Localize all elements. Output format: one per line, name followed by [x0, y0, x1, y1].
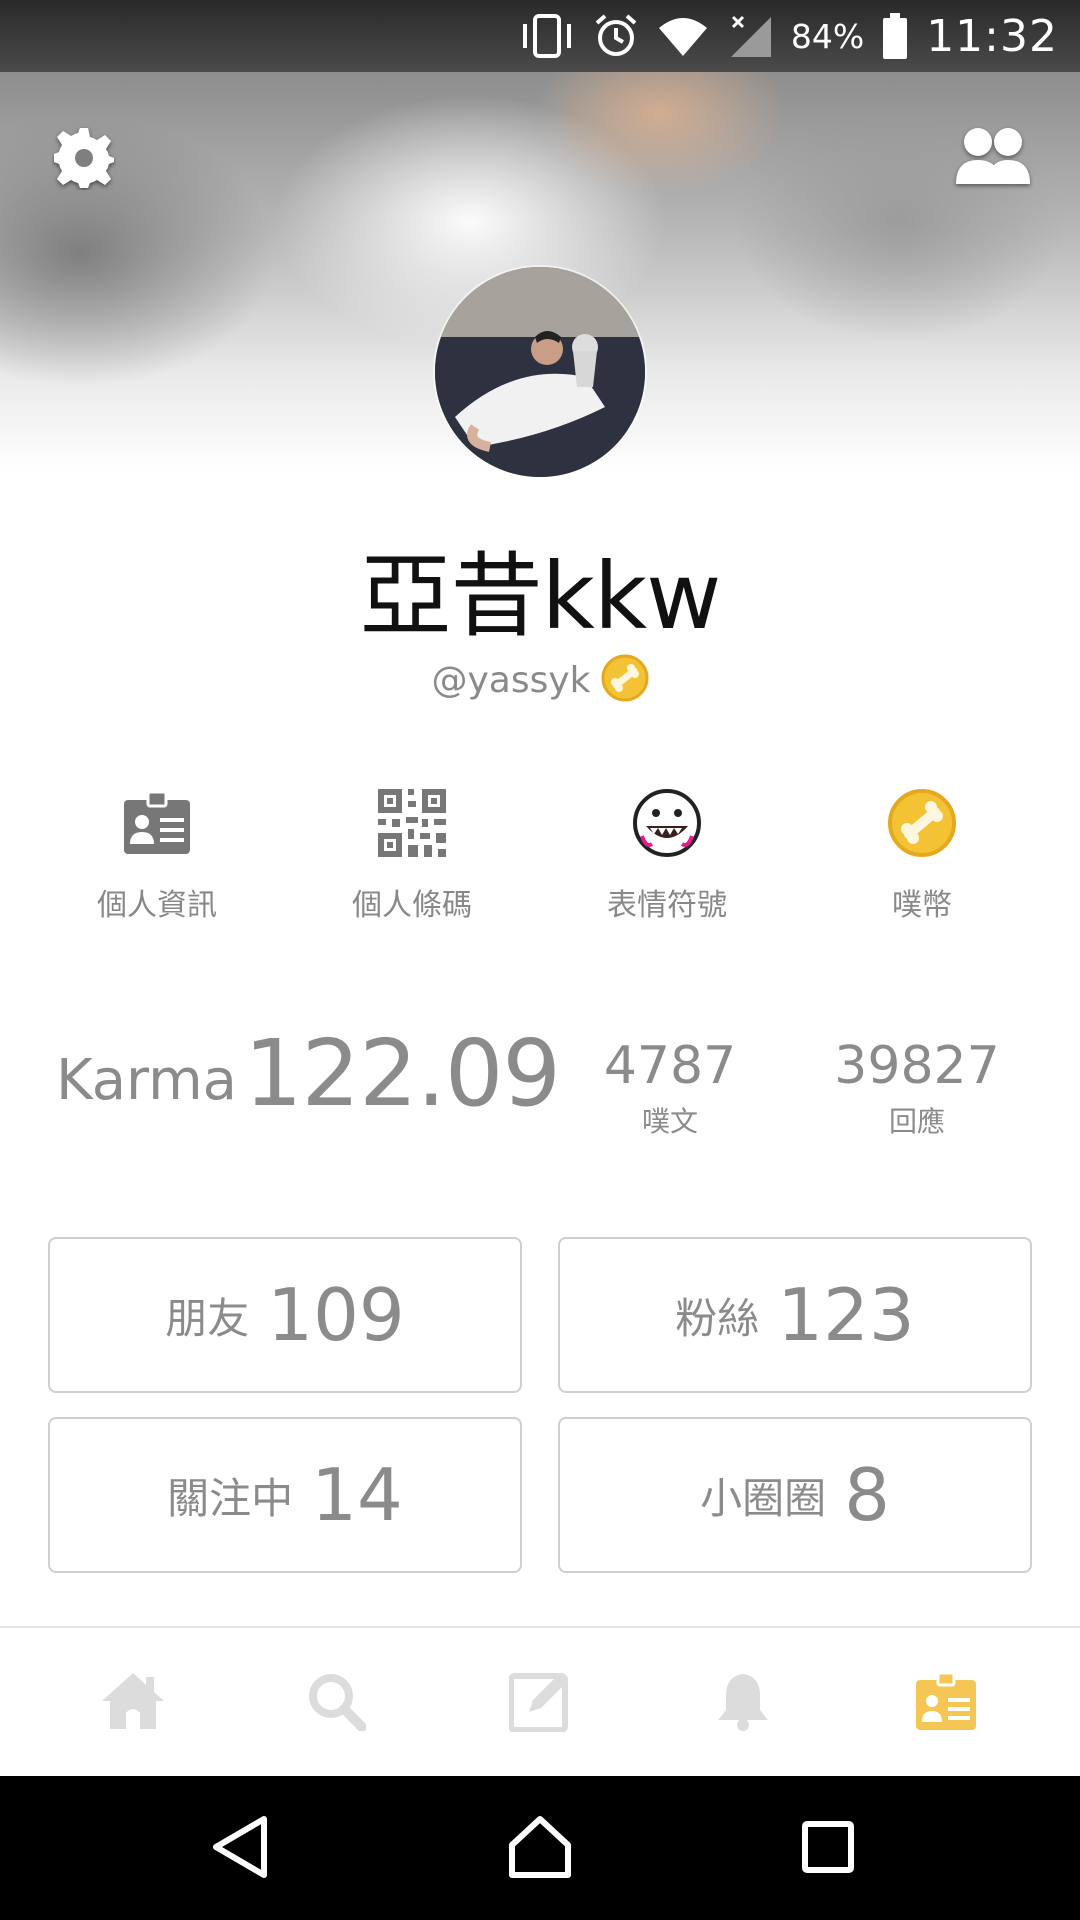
tab-search[interactable]	[276, 1628, 396, 1778]
home-icon	[100, 1671, 166, 1735]
system-nav-bar	[0, 1776, 1080, 1920]
karma-label: Karma	[56, 1048, 237, 1113]
recents-icon	[801, 1820, 855, 1878]
search-icon	[306, 1671, 367, 1735]
id-card-icon	[122, 788, 192, 862]
action-personal-info[interactable]: 個人資訊	[57, 786, 257, 924]
count-label: 粉絲	[675, 1293, 760, 1343]
tab-notifications[interactable]	[683, 1628, 803, 1778]
no-signal-icon	[727, 13, 773, 59]
wifi-icon	[657, 14, 709, 58]
action-label: 表情符號	[607, 888, 727, 923]
count-value: 123	[777, 1273, 915, 1357]
compose-icon	[508, 1670, 571, 1736]
vibrate-icon	[519, 14, 575, 58]
tab-home[interactable]	[73, 1628, 193, 1778]
gear-icon	[52, 128, 116, 194]
count-label: 小圈圈	[700, 1473, 827, 1523]
tab-profile[interactable]	[886, 1628, 1006, 1778]
profile-card-icon	[914, 1670, 978, 1736]
count-value: 14	[311, 1453, 403, 1537]
avatar[interactable]	[435, 267, 645, 477]
alarm-icon	[593, 13, 639, 59]
friends-button[interactable]	[954, 122, 1032, 192]
responses-count: 39827	[834, 1036, 1000, 1096]
people-icon	[954, 128, 1032, 196]
tab-compose[interactable]	[480, 1628, 600, 1778]
bone-coin-icon	[887, 788, 957, 862]
bone-coin-icon[interactable]	[601, 654, 649, 706]
action-personal-barcode[interactable]: 個人條碼	[312, 786, 512, 924]
bell-icon	[716, 1670, 770, 1736]
action-label: 噗幣	[892, 888, 952, 923]
cliques-count-button[interactable]: 小圈圈 8	[558, 1417, 1032, 1573]
plurks-count: 4787	[603, 1036, 737, 1096]
handle-row: @yassyk	[0, 654, 1080, 706]
responses-stat[interactable]: 39827 回應	[807, 1036, 1027, 1140]
quick-actions: 個人資訊 個人條碼 表情符號 噗幣	[0, 786, 1080, 923]
action-plurk-coins[interactable]: 噗幣	[822, 786, 1022, 924]
emoji-icon	[632, 788, 702, 862]
karma-value: 122.09	[244, 1020, 561, 1127]
qr-code-icon	[378, 789, 446, 861]
plurks-stat[interactable]: 4787 噗文	[560, 1036, 780, 1140]
responses-label: 回應	[888, 1105, 945, 1138]
count-label: 朋友	[165, 1293, 250, 1343]
home-nav-icon	[508, 1815, 572, 1883]
count-label: 關注中	[167, 1473, 294, 1523]
back-icon	[210, 1815, 270, 1883]
bottom-tab-bar	[0, 1626, 1080, 1776]
action-label: 個人資訊	[97, 888, 217, 923]
action-emoticons[interactable]: 表情符號	[567, 786, 767, 924]
following-count-button[interactable]: 關注中 14	[48, 1417, 522, 1573]
battery-percent: 84%	[790, 16, 865, 56]
count-value: 8	[844, 1453, 890, 1537]
friends-count-button[interactable]: 朋友 109	[48, 1237, 522, 1393]
clock: 11:32	[926, 10, 1058, 62]
fans-count-button[interactable]: 粉絲 123	[558, 1237, 1032, 1393]
display-name: 亞昔kkw	[359, 543, 722, 650]
settings-button[interactable]	[52, 126, 116, 190]
back-button[interactable]	[195, 1804, 285, 1894]
status-bar: 84% 11:32	[0, 0, 1080, 72]
home-button[interactable]	[495, 1804, 585, 1894]
recents-button[interactable]	[783, 1804, 873, 1894]
action-label: 個人條碼	[352, 888, 472, 923]
username-handle: @yassyk	[431, 659, 591, 701]
count-value: 109	[267, 1273, 405, 1357]
battery-icon	[882, 13, 908, 59]
plurks-label: 噗文	[641, 1105, 698, 1138]
